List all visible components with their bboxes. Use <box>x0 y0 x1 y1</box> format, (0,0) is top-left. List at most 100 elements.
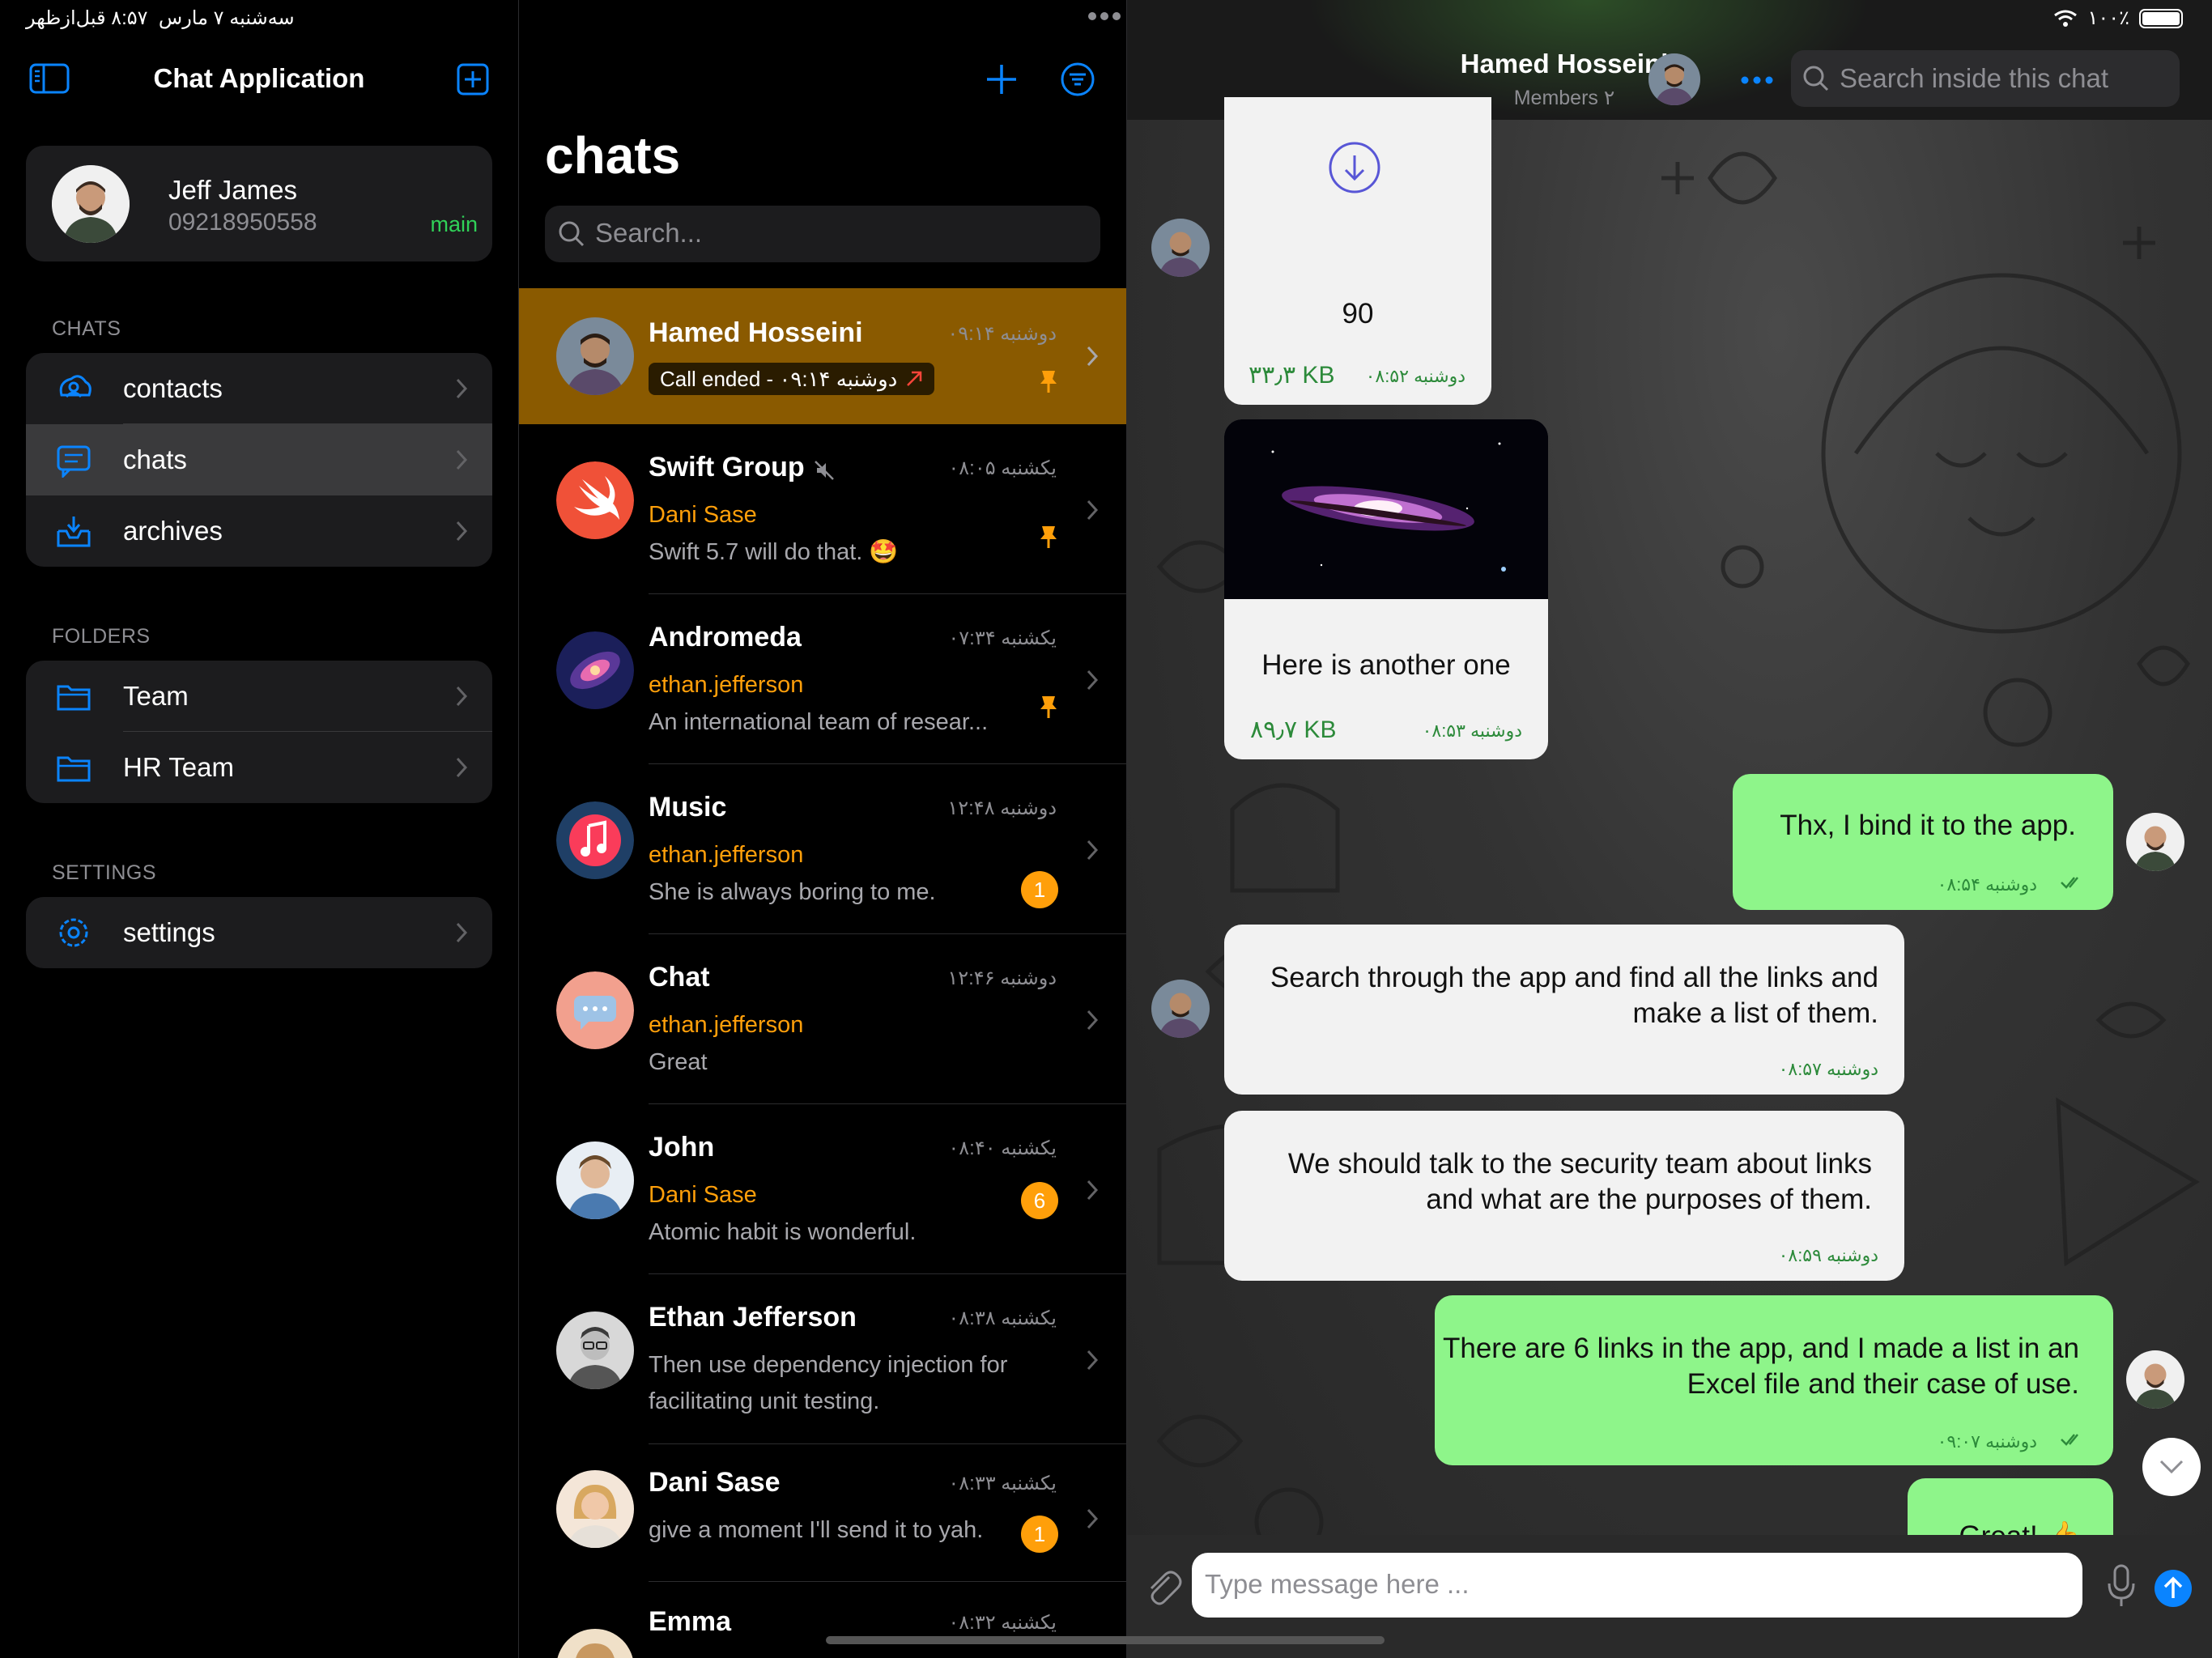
add-square-icon[interactable] <box>457 63 489 96</box>
chat-row-chat[interactable]: Chat دوشنبه ۱۲:۴۶ ethan.jefferson Great <box>519 934 1126 1104</box>
search-icon <box>1802 65 1830 92</box>
more-dots-icon[interactable] <box>1087 11 1121 21</box>
chevron-right-icon <box>1086 1009 1099 1031</box>
gear-icon <box>55 915 92 950</box>
chat-row-swift-group[interactable]: Swift Group یکشنبه ۰۸:۰۵ Dani Sase Swift… <box>519 424 1126 594</box>
music-note-avatar <box>556 801 634 879</box>
microphone-icon[interactable] <box>2107 1564 2136 1608</box>
unread-badge: 6 <box>1021 1182 1058 1219</box>
chat-row-hamed-hosseini[interactable]: Hamed Hosseini دوشنبه ۰۹:۱۴ Call ended -… <box>519 288 1126 424</box>
chevron-right-icon <box>455 756 468 779</box>
chevron-right-icon <box>1086 345 1099 368</box>
conversation-pane: ۱۰۰٪ Hamed Hosseini Members ۲ Search ins… <box>1127 0 2212 1658</box>
sidebar-item-settings[interactable]: settings <box>26 897 492 968</box>
chevron-right-icon <box>1086 839 1099 861</box>
filter-icon[interactable] <box>1060 62 1095 97</box>
message-input[interactable]: Type message here ... <box>1192 1553 2082 1618</box>
profile-tag: main <box>430 212 478 236</box>
profile-phone: 09218950558 <box>168 209 317 236</box>
avatar <box>556 1470 634 1548</box>
sidebar-item-label: contacts <box>123 373 223 403</box>
contacts-icon <box>55 371 92 406</box>
chevron-right-icon <box>455 520 468 542</box>
chat-row-emma[interactable]: Emma یکشنبه ۰۸:۳۲ <box>519 1582 1126 1658</box>
folder-icon <box>55 678 92 714</box>
file-message-bubble[interactable]: 90 ۳۳٫۳ KB دوشنبه ۰۸:۵۲ <box>1224 97 1491 405</box>
sidebar-item-chats[interactable]: chats <box>26 424 492 495</box>
avatar <box>556 1141 634 1219</box>
section-label-chats: CHATS <box>52 317 121 340</box>
chat-search-input[interactable]: Search... <box>545 206 1100 262</box>
home-indicator <box>826 1636 1385 1644</box>
sidebar-item-label: HR Team <box>123 752 234 782</box>
chevron-right-icon <box>455 685 468 708</box>
outgoing-message-bubble[interactable]: Thx, I bind it to the app. دوشنبه ۰۸:۵۴ <box>1733 774 2113 910</box>
double-check-icon <box>2060 1431 2084 1448</box>
chat-row-dani-sase[interactable]: Dani Sase یکشنبه ۰۸:۳۳ give a moment I'l… <box>519 1444 1126 1582</box>
chat-row-andromeda[interactable]: Andromeda یکشنبه ۰۷:۳۴ ethan.jefferson A… <box>519 594 1126 764</box>
galaxy-image[interactable] <box>1224 419 1548 599</box>
sidebar-item-contacts[interactable]: contacts <box>26 353 492 424</box>
incoming-message-bubble[interactable]: Search through the app and find all the … <box>1224 925 1904 1095</box>
outgoing-message-bubble[interactable]: There are 6 links in the app, and I made… <box>1435 1295 2113 1465</box>
chevron-right-icon <box>1086 1507 1099 1530</box>
sidebar-item-label: Team <box>123 681 189 711</box>
chats-title: chats <box>545 126 681 185</box>
battery-icon <box>2139 8 2183 28</box>
outgoing-call-arrow-icon <box>905 370 923 388</box>
sidebar-item-label: archives <box>123 516 223 546</box>
chevron-right-icon <box>455 449 468 471</box>
sidebar: سه‌شنبه ۷ مارس ۸:۵۷ قبل‌ازظهر Chat Appli… <box>0 0 518 1658</box>
chevron-right-icon <box>1086 1349 1099 1371</box>
chevron-down-icon <box>2159 1459 2184 1475</box>
chevron-right-icon <box>1086 499 1099 521</box>
sidebar-item-team[interactable]: Team <box>26 661 492 732</box>
mute-speaker-icon <box>814 460 835 481</box>
pin-icon <box>1039 695 1058 719</box>
chat-search-field[interactable]: Search inside this chat <box>1791 50 2180 107</box>
my-avatar <box>2126 813 2184 871</box>
folders-section-card: Team HR Team <box>26 661 492 803</box>
galaxy-avatar <box>556 631 634 709</box>
section-label-settings: SETTINGS <box>52 861 157 884</box>
scroll-down-button[interactable] <box>2142 1438 2201 1496</box>
avatar <box>556 317 634 395</box>
chat-row-music[interactable]: Music دوشنبه ۱۲:۴۸ ethan.jefferson She i… <box>519 764 1126 934</box>
conversation-avatar[interactable] <box>1648 53 1700 105</box>
chat-list-pane: chats Search... Hamed Hosseini دوشنبه ۰۹… <box>519 0 1126 1658</box>
profile-card[interactable]: Jeff James 09218950558 main <box>26 146 492 261</box>
profile-name: Jeff James <box>168 175 297 205</box>
file-size: ۳۳٫۳ KB <box>1249 362 1335 389</box>
chat-bubble-icon <box>55 442 92 478</box>
folder-icon <box>55 750 92 785</box>
unread-badge: 1 <box>1021 871 1058 908</box>
my-avatar <box>2126 1350 2184 1409</box>
double-check-icon <box>2060 874 2084 891</box>
more-options-icon[interactable] <box>1741 76 1773 84</box>
avatar <box>556 1312 634 1389</box>
new-chat-plus-icon[interactable] <box>985 63 1018 96</box>
chevron-right-icon <box>455 921 468 944</box>
avatar <box>556 1629 634 1658</box>
sidebar-item-archives[interactable]: archives <box>26 495 492 567</box>
sidebar-item-label: chats <box>123 444 187 474</box>
sidebar-item-hr-team[interactable]: HR Team <box>26 732 492 803</box>
chats-section-card: contacts chats archives <box>26 353 492 567</box>
download-circle-icon[interactable] <box>1328 141 1381 194</box>
send-arrow-up-icon[interactable] <box>2154 1569 2193 1608</box>
sender-avatar <box>1151 980 1210 1038</box>
profile-avatar <box>52 165 130 243</box>
swift-logo-avatar <box>556 461 634 539</box>
speech-bubble-avatar <box>556 971 634 1049</box>
chat-row-john[interactable]: John یکشنبه ۰۸:۴۰ Dani Sase Atomic habit… <box>519 1104 1126 1274</box>
pin-icon <box>1039 525 1058 549</box>
archive-tray-icon <box>55 513 92 549</box>
section-label-folders: FOLDERS <box>52 625 151 648</box>
incoming-message-bubble[interactable]: We should talk to the security team abou… <box>1224 1111 1904 1281</box>
paperclip-icon[interactable] <box>1142 1566 1182 1606</box>
chevron-right-icon <box>455 377 468 400</box>
file-size: ۸۹٫۷ KB <box>1250 716 1337 743</box>
chat-row-ethan-jefferson[interactable]: Ethan Jefferson یکشنبه ۰۸:۳۸ Then use de… <box>519 1274 1126 1444</box>
wifi-icon <box>2053 9 2078 28</box>
image-message-bubble[interactable]: Here is another one ۸۹٫۷ KB دوشنبه ۰۸:۵۳ <box>1224 419 1548 759</box>
